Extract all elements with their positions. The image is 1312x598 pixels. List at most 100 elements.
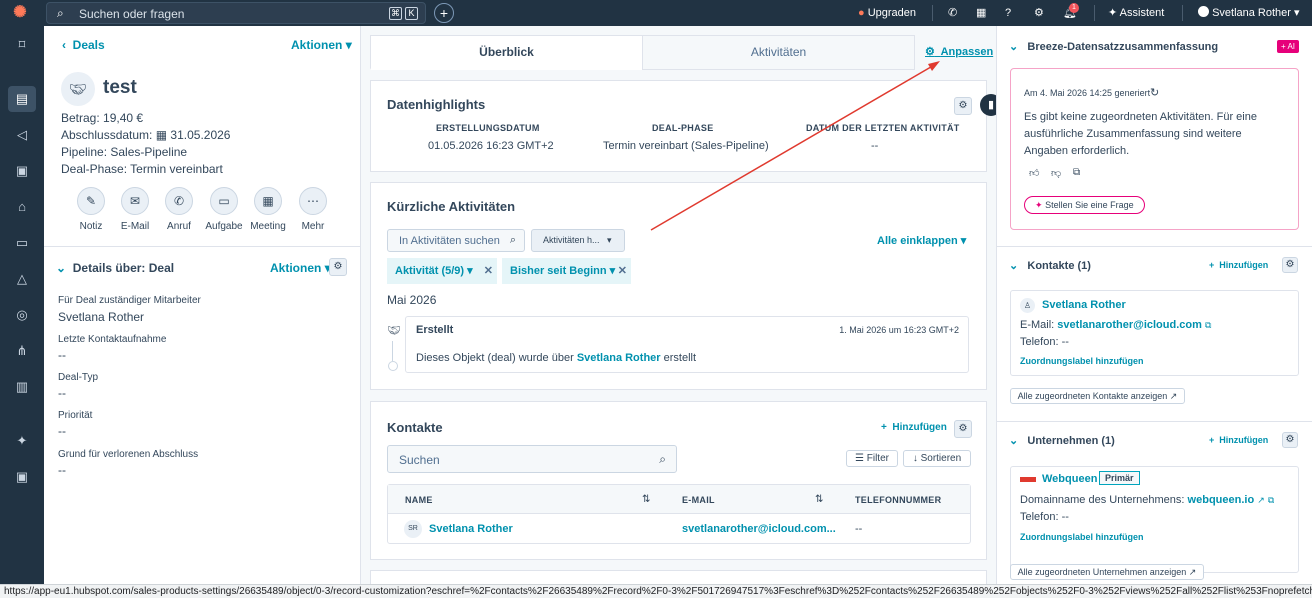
add-company-button[interactable]: + Hinzufügen [1209, 435, 1268, 445]
field-value[interactable]: Svetlana Rother [58, 310, 144, 324]
automation-icon[interactable]: ⋔ [8, 338, 36, 364]
thumbs-down-icon[interactable]: 👎︎ [1051, 167, 1061, 179]
meeting-button[interactable]: ▦ Meeting [246, 187, 290, 232]
contact-email-link[interactable]: svetlanarother@icloud.com [1057, 319, 1202, 331]
record-actions-dropdown[interactable]: Aktionen ▾ [291, 38, 352, 52]
column-header-email[interactable]: E-MAIL [682, 495, 715, 505]
call-button[interactable]: ✆ Anruf [157, 187, 201, 232]
service-icon[interactable]: △ [8, 266, 36, 292]
upgrade-button[interactable]: ● Upgraden [858, 0, 916, 26]
add-contact-button[interactable]: + Hinzufügen [1209, 260, 1268, 270]
contacts-section-header[interactable]: ⌄ Kontakte (1) [1009, 259, 1091, 272]
pipeline-value[interactable]: Sales-Pipeline [110, 145, 187, 159]
assistant-button[interactable]: ✦ Assistent [1108, 0, 1164, 26]
commerce-icon[interactable]: ⌂ [8, 194, 36, 220]
copy-icon[interactable]: ⧉ [1073, 167, 1080, 178]
settings-gear-icon[interactable]: ⚙ [1034, 0, 1044, 26]
actions-label: Aktionen [270, 261, 322, 275]
field-value[interactable]: -- [58, 424, 66, 438]
sales-icon[interactable]: ▭ [8, 230, 36, 256]
close-icon[interactable]: ✕ [618, 258, 627, 284]
column-header-name[interactable]: NAME [405, 495, 433, 505]
collapse-all-button[interactable]: Alle einklappen ▾ [877, 234, 966, 247]
divider [997, 246, 1312, 247]
highlights-settings-gear-icon[interactable]: ⚙ [954, 97, 972, 115]
back-to-deals-link[interactable]: ‹ Deals [62, 38, 105, 52]
field-value[interactable]: -- [58, 348, 66, 362]
activity-item[interactable]: Erstellt 1. Mai 2026 um 16:23 GMT+2 Dies… [405, 316, 969, 373]
field-value[interactable]: -- [58, 386, 66, 400]
details-settings-gear-icon[interactable]: ⚙ [329, 258, 347, 276]
filter-button[interactable]: ☰ Filter [846, 450, 898, 467]
companies-title: Unternehmen (1) [1027, 435, 1115, 447]
close-date-value[interactable]: 31.05.2026 [170, 128, 230, 142]
add-association-label-link[interactable]: Zuordnungslabel hinzufügen [1020, 532, 1144, 542]
contacts-settings-gear-icon[interactable]: ⚙ [954, 420, 972, 438]
hubspot-logo-icon[interactable]: ✺ [10, 4, 30, 22]
deal-phase-label: Deal-Phase: [61, 162, 128, 176]
tab-overview[interactable]: Überblick [370, 35, 643, 70]
breeze-section-header[interactable]: ⌄ Breeze-Datensatzzusammenfassung [1009, 40, 1218, 53]
external-link-icon: ↗ [1169, 391, 1178, 401]
amount-value[interactable]: 19,40 € [103, 111, 143, 125]
close-icon[interactable]: ✕ [484, 258, 493, 284]
add-contact-button[interactable]: + Hinzufügen [881, 422, 947, 433]
activity-user-link[interactable]: Svetlana Rother [577, 352, 661, 364]
external-link-icon[interactable]: ↗ [1257, 495, 1265, 505]
date-range-filter-chip[interactable]: Bisher seit Beginn ▾ ✕ [502, 258, 631, 284]
sort-button[interactable]: ↓ Sortieren [903, 450, 971, 467]
details-actions-dropdown[interactable]: Aktionen ▾ [270, 261, 331, 275]
contact-name-link[interactable]: Svetlana Rother [429, 523, 513, 535]
details-section-header[interactable]: ⌄ Details über: Deal [56, 261, 174, 275]
contacts-right-settings-gear-icon[interactable]: ⚙ [1282, 257, 1298, 273]
marketplace-icon[interactable]: ▦ [976, 0, 986, 26]
left-sidebar-nav: ⌑ ▤ ◁ ▣ ⌂ ▭ △ ◎ ⋔ ▥ ✦ ▣ [0, 26, 44, 598]
contact-name-link[interactable]: Svetlana Rother [1042, 299, 1126, 311]
contacts-search-input[interactable]: Suchen ⌕ [387, 445, 677, 473]
show-all-companies-button[interactable]: Alle zugeordneten Unternehmen anzeigen ↗ [1010, 564, 1204, 580]
more-button[interactable]: ⋯ Mehr [291, 187, 335, 232]
chevron-down-icon: ⌄ [1009, 41, 1019, 53]
marketing-megaphone-icon[interactable]: ◁ [8, 122, 36, 148]
sort-icon[interactable]: ⇅ [815, 494, 823, 505]
apps-icon[interactable]: ▣ [8, 464, 36, 490]
activities-filter-dropdown[interactable]: Aktivitäten h... ▾ [531, 229, 625, 252]
record-right-panel: ⌄ Breeze-Datensatzzusammenfassung + AI A… [996, 26, 1312, 586]
add-association-label-link[interactable]: Zuordnungslabel hinzufügen [1020, 356, 1144, 366]
tab-overview-label: Überblick [479, 45, 534, 59]
contact-email-link[interactable]: svetlanarother@icloud.com... [682, 523, 836, 535]
reporting-chart-icon[interactable]: ▥ [8, 374, 36, 400]
activities-search-input[interactable]: In Aktivitäten suchen ⌕ [387, 229, 525, 252]
global-search-input[interactable]: ⌕ Suchen oder fragen ⌘ K [46, 2, 426, 24]
bookmark-icon[interactable]: ⌑ [8, 32, 36, 58]
refresh-icon[interactable]: ↻ [1150, 86, 1159, 99]
breeze-sparkle-icon[interactable]: ✦ [8, 428, 36, 454]
companies-settings-gear-icon[interactable]: ⚙ [1282, 432, 1298, 448]
column-header-phone[interactable]: TELEFONNUMMER [855, 495, 941, 505]
field-value[interactable]: -- [58, 463, 66, 477]
phone-icon[interactable]: ✆ [948, 0, 957, 26]
crm-records-icon[interactable]: ▤ [8, 86, 36, 112]
content-icon[interactable]: ▣ [8, 158, 36, 184]
activity-filter-chip[interactable]: Aktivität (5/9) ▾ ✕ [387, 258, 497, 284]
help-icon[interactable]: ? [1005, 0, 1011, 26]
copy-icon[interactable]: ⧉ [1268, 495, 1274, 505]
deal-phase-value[interactable]: Termin vereinbart [130, 162, 223, 176]
user-menu[interactable]: Svetlana Rother ▾ [1198, 0, 1300, 26]
sort-icon[interactable]: ⇅ [642, 494, 650, 505]
copy-icon[interactable]: ⧉ [1205, 320, 1211, 330]
task-button[interactable]: ▭ Aufgabe [202, 187, 246, 232]
create-plus-button[interactable]: + [434, 3, 454, 23]
note-button[interactable]: ✎ Notiz [69, 187, 113, 232]
company-domain-link[interactable]: webqueen.io [1188, 494, 1255, 506]
show-all-contacts-button[interactable]: Alle zugeordneten Kontakte anzeigen ↗ [1010, 388, 1185, 404]
companies-section-header[interactable]: ⌄ Unternehmen (1) [1009, 434, 1115, 447]
upgrade-label: Upgraden [867, 7, 917, 19]
thumbs-up-icon[interactable]: 👍︎ [1029, 167, 1039, 179]
show-all-companies-label: Alle zugeordneten Unternehmen anzeigen [1017, 567, 1187, 577]
external-link-icon: ↗ [1188, 567, 1197, 577]
ask-question-button[interactable]: ✦ Stellen Sie eine Frage [1024, 196, 1145, 214]
data-database-icon[interactable]: ◎ [8, 302, 36, 328]
email-button[interactable]: ✉ E-Mail [113, 187, 157, 232]
company-name-link[interactable]: Webqueen [1042, 473, 1097, 485]
